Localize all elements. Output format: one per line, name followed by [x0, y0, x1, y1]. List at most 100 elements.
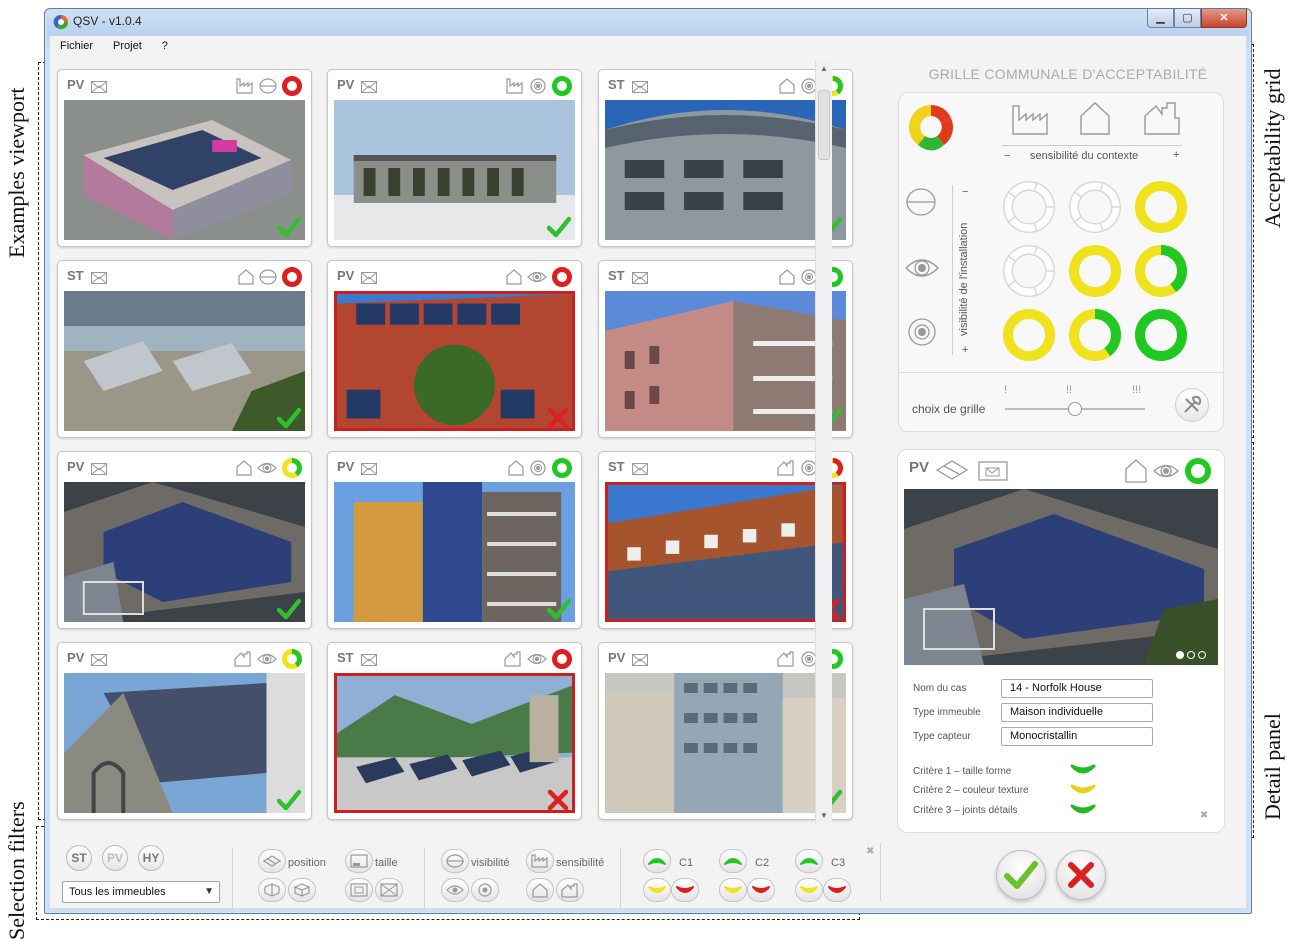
example-photo[interactable] — [64, 291, 305, 431]
position-label: position — [288, 857, 326, 869]
criterion-filter-label: C2 — [755, 857, 770, 869]
example-card[interactable]: PV — [327, 451, 582, 629]
criterion-medium-filter[interactable] — [643, 878, 671, 902]
filter-st-button[interactable]: ST — [66, 845, 92, 871]
criterion-1-label: Critère 1 – taille forme — [913, 766, 1012, 777]
visibility-hidden-icon — [258, 77, 278, 100]
detail-close-icon[interactable]: ✖ — [1200, 810, 1208, 821]
context-axis-line — [1002, 145, 1182, 146]
reject-button[interactable] — [1056, 850, 1106, 900]
example-card[interactable]: PV — [57, 69, 312, 247]
detail-photo-pager[interactable] — [1176, 651, 1206, 659]
example-photo[interactable] — [64, 482, 305, 622]
grid-choice-slider-thumb[interactable] — [1068, 402, 1082, 416]
visibility-visible-icon — [526, 650, 548, 673]
size-medium-filter[interactable] — [345, 878, 373, 902]
example-photo[interactable] — [605, 291, 846, 431]
facade-position-icon — [264, 883, 280, 897]
scroll-up-arrow-icon[interactable]: ▲ — [816, 62, 832, 76]
visibility-hidden-filter[interactable] — [441, 849, 469, 873]
example-card[interactable]: PV — [57, 451, 312, 629]
visibility-axis-line — [952, 185, 953, 355]
building-type-field[interactable]: Maison individuelle — [1001, 703, 1153, 722]
criterion-good-filter[interactable] — [643, 849, 671, 873]
filter-hy-button[interactable]: HY — [138, 845, 164, 871]
heritage-icon — [561, 883, 578, 898]
card-collector-type: PV — [67, 650, 85, 665]
scrollbar-thumb[interactable] — [818, 90, 830, 160]
scroll-down-arrow-icon[interactable]: ▼ — [816, 809, 832, 823]
case-name-field[interactable]: 14 - Norfolk House — [1001, 679, 1153, 698]
position-roof-filter[interactable] — [258, 849, 286, 873]
position-other-filter[interactable] — [288, 878, 316, 902]
criterion-bad-filter[interactable] — [671, 878, 699, 902]
target-icon — [478, 883, 492, 897]
menu-projet[interactable]: Projet — [113, 40, 142, 52]
cross-icon — [1068, 862, 1094, 888]
pager-dot[interactable] — [1187, 651, 1195, 659]
visibility-visible-filter[interactable] — [441, 878, 469, 902]
minimize-button[interactable]: ▁ — [1147, 9, 1174, 28]
sensitivity-heritage-filter[interactable] — [556, 878, 584, 902]
example-photo[interactable] — [334, 100, 575, 240]
size-medium-icon — [350, 883, 368, 897]
example-photo[interactable] — [334, 291, 575, 431]
example-photo[interactable] — [605, 673, 846, 813]
example-photo[interactable] — [334, 482, 575, 622]
visibility-hidden-icon — [258, 268, 278, 291]
criterion-medium-filter[interactable] — [719, 878, 747, 902]
example-photo[interactable] — [64, 673, 305, 813]
filter-separator — [424, 848, 425, 910]
sensitivity-industrial-filter[interactable] — [526, 849, 554, 873]
filters-close-icon[interactable]: ✖ — [866, 846, 874, 857]
grid-cell — [1003, 181, 1055, 233]
example-photo[interactable] — [605, 482, 846, 622]
house-context-icon — [505, 268, 523, 291]
example-photo[interactable] — [64, 100, 305, 240]
filter-pv-button[interactable]: PV — [102, 845, 128, 871]
pager-dot-active[interactable] — [1176, 651, 1184, 659]
size-large-icon — [380, 883, 398, 897]
size-large-filter[interactable] — [375, 878, 403, 902]
accept-button[interactable] — [996, 850, 1046, 900]
pager-dot[interactable] — [1198, 651, 1206, 659]
size-small-filter[interactable] — [345, 849, 373, 873]
building-type-select[interactable]: Tous les immeubles ▼ — [62, 881, 220, 903]
criterion-good-filter[interactable] — [719, 849, 747, 873]
title-bar[interactable]: QSV - v1.0.4 ▁ ▢ ✕ — [45, 9, 1251, 35]
criterion-bad-filter[interactable] — [823, 878, 851, 902]
example-photo[interactable] — [334, 673, 575, 813]
visibility-partly-filter[interactable] — [471, 878, 499, 902]
example-card[interactable]: ST — [57, 260, 312, 438]
criteria-indicators — [1070, 764, 1096, 814]
example-card[interactable]: PV — [57, 642, 312, 820]
position-facade-filter[interactable] — [258, 878, 286, 902]
criterion-bad-filter[interactable] — [747, 878, 775, 902]
maximize-button[interactable]: ▢ — [1174, 9, 1201, 28]
example-card[interactable]: ST — [327, 642, 582, 820]
heritage-context-icon — [776, 459, 796, 482]
example-photo[interactable] — [605, 100, 846, 240]
example-card[interactable]: PV — [327, 260, 582, 438]
detail-panel-label: Detail panel — [1260, 713, 1285, 820]
detail-photo[interactable] — [904, 489, 1218, 665]
window-title: QSV - v1.0.4 — [73, 14, 142, 28]
collector-type-field[interactable]: Monocristallin — [1001, 727, 1153, 746]
acceptability-rating-icon — [551, 266, 573, 293]
visibility-axis-label: visibilité de l'installation — [958, 222, 970, 336]
industrial-context-icon — [1012, 105, 1048, 135]
close-window-button[interactable]: ✕ — [1201, 9, 1247, 28]
example-card[interactable]: PV — [327, 69, 582, 247]
field-label-building-type: Type immeuble — [913, 707, 981, 718]
visibility-partly-icon — [908, 318, 936, 346]
grid-settings-button[interactable] — [1175, 388, 1209, 422]
menu-fichier[interactable]: Fichier — [60, 40, 93, 52]
sensitivity-house-filter[interactable] — [526, 878, 554, 902]
menu-help[interactable]: ? — [162, 40, 168, 52]
examples-scrollbar[interactable]: ▲ ▼ — [815, 60, 832, 825]
tools-icon — [1184, 395, 1202, 413]
card-collector-type: PV — [608, 650, 626, 665]
criterion-medium-filter[interactable] — [795, 878, 823, 902]
criterion-good-filter[interactable] — [795, 849, 823, 873]
grid-level-3: !!! — [1132, 384, 1142, 396]
